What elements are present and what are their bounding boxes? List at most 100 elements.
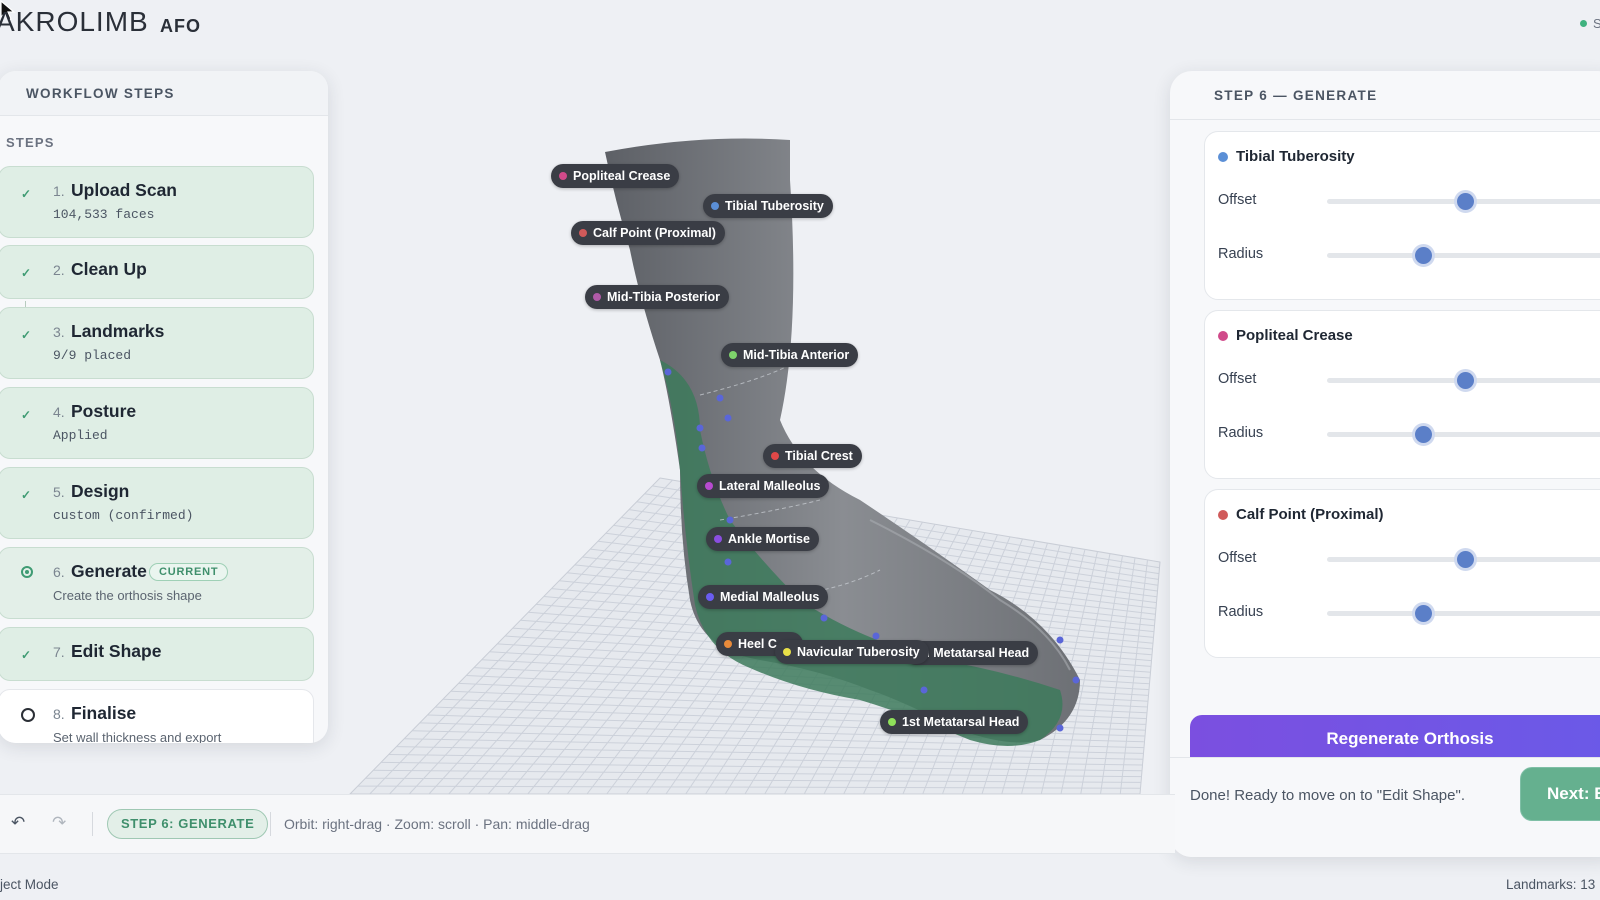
offset-label: Offset <box>1218 550 1257 566</box>
step-number: 8. <box>53 706 65 722</box>
step-number: 5. <box>53 484 65 500</box>
step-number: 3. <box>53 324 65 340</box>
steps-section-label: STEPS <box>6 135 55 150</box>
step-landmarks[interactable]: ✓ 3. Landmarks 9/9 placed <box>0 307 314 379</box>
landmark-label-text: Ankle Mortise <box>728 532 810 546</box>
radius-slider-thumb[interactable] <box>1415 426 1432 443</box>
radius-slider[interactable] <box>1327 247 1600 264</box>
landmark-label-text: th Metatarsal Head <box>918 646 1030 660</box>
landmark-label-popliteal-crease[interactable]: Popliteal Crease <box>551 164 680 188</box>
navigation-hint: Orbit: right-drag · Zoom: scroll · Pan: … <box>284 816 590 832</box>
step-edit-shape[interactable]: ✓ 7. Edit Shape <box>0 627 314 681</box>
radius-slider[interactable] <box>1327 605 1600 622</box>
landmark-label-text: Calf Point (Proximal) <box>593 226 716 240</box>
offset-slider[interactable] <box>1327 372 1600 389</box>
step-title: Generate <box>71 561 147 581</box>
viewport-toolbar: ↶ ↷ STEP 6: GENERATE Orbit: right-drag ·… <box>0 794 1175 854</box>
landmark-label-text: Tibial Tuberosity <box>725 199 824 213</box>
step-number: 6. <box>53 564 65 580</box>
landmark-card-tibial-tuberosity: Tibial Tuberosity Offset Radius <box>1204 131 1600 300</box>
regenerate-orthosis-button[interactable]: Regenerate Orthosis <box>1190 715 1600 763</box>
landmark-label-text: Popliteal Crease <box>573 169 671 183</box>
landmark-card-title: Popliteal Crease <box>1236 327 1353 344</box>
landmark-label-calf-point[interactable]: Calf Point (Proximal) <box>571 221 725 245</box>
landmark-color-dot <box>1218 152 1228 162</box>
landmark-label-tibial-crest[interactable]: Tibial Crest <box>763 444 862 468</box>
landmark-dot <box>559 172 567 180</box>
landmark-card-calf-point: Calf Point (Proximal) Offset Radius <box>1204 489 1600 658</box>
step-clean-up[interactable]: ✓ 2. Clean Up <box>0 245 314 299</box>
step-posture[interactable]: ✓ 4. Posture Applied <box>0 387 314 459</box>
offset-slider-thumb[interactable] <box>1457 193 1474 210</box>
check-icon: ✓ <box>21 266 32 280</box>
toolbar-divider <box>92 812 93 836</box>
step-title: Posture <box>71 401 137 421</box>
landmark-dot <box>714 535 722 543</box>
app-logo: AKROLIMB <box>0 6 149 37</box>
connection-status-text: S <box>1593 16 1600 31</box>
step-title: Edit Shape <box>71 641 162 661</box>
step-design[interactable]: ✓ 5. Design custom (confirmed) <box>0 467 314 539</box>
redo-icon[interactable]: ↷ <box>52 813 66 833</box>
landmark-label-ankle-mortise[interactable]: Ankle Mortise <box>706 527 819 551</box>
step-subtitle: 9/9 placed <box>53 348 132 363</box>
step-subtitle: Create the orthosis shape <box>53 588 202 603</box>
step-upload-scan[interactable]: ✓ 1. Upload Scan 104,533 faces <box>0 166 314 238</box>
landmark-label-navicular-tuberosity[interactable]: Navicular Tuberosity <box>775 640 929 664</box>
step-title: Finalise <box>71 703 137 723</box>
landmark-dot <box>711 202 719 210</box>
radius-slider-thumb[interactable] <box>1415 605 1432 622</box>
landmark-label-1st-metatarsal-head[interactable]: 1st Metatarsal Head <box>880 710 1029 734</box>
landmark-label-mid-tibia-anterior[interactable]: Mid-Tibia Anterior <box>721 343 859 367</box>
landmark-dot <box>579 229 587 237</box>
landmark-dot <box>593 293 601 301</box>
radius-slider-thumb[interactable] <box>1415 247 1432 264</box>
radius-label: Radius <box>1218 246 1264 262</box>
landmark-label-lateral-malleolus[interactable]: Lateral Malleolus <box>697 474 830 498</box>
landmark-label-tibial-tuberosity[interactable]: Tibial Tuberosity <box>703 194 833 218</box>
check-icon: ✓ <box>21 328 32 342</box>
offset-slider[interactable] <box>1327 551 1600 568</box>
workflow-steps-panel: WORKFLOW STEPS STEPS ✓ 1. Upload Scan 10… <box>0 71 328 743</box>
check-icon: ✓ <box>21 187 32 201</box>
step-number: 1. <box>53 183 65 199</box>
step-title: Landmarks <box>71 321 165 341</box>
current-badge: CURRENT <box>149 563 229 581</box>
current-step-badge: STEP 6: GENERATE <box>107 809 269 839</box>
landmark-count-status: Landmarks: 13 <box>1506 877 1596 892</box>
step-subtitle: Set wall thickness and export <box>53 730 222 743</box>
step-finalise[interactable]: 8. Finalise Set wall thickness and expor… <box>0 689 314 743</box>
landmark-dot <box>783 648 791 656</box>
landmark-color-dot <box>1218 510 1228 520</box>
radius-label: Radius <box>1218 425 1264 441</box>
step-number: 7. <box>53 644 65 660</box>
step-title: Clean Up <box>71 259 147 279</box>
step-number: 4. <box>53 404 65 420</box>
step-generate[interactable]: 6. Generate CURRENT Create the orthosis … <box>0 547 314 619</box>
landmark-dot <box>724 640 732 648</box>
next-step-button[interactable]: Next: E <box>1520 767 1600 821</box>
mode-status: ject Mode <box>0 877 59 892</box>
landmark-label-mid-tibia-posterior[interactable]: Mid-Tibia Posterior <box>585 285 729 309</box>
landmark-dot <box>706 593 714 601</box>
landmark-color-dot <box>1218 331 1228 341</box>
landmark-dot <box>705 482 713 490</box>
offset-slider[interactable] <box>1327 193 1600 210</box>
workflow-steps-title: WORKFLOW STEPS <box>26 86 175 101</box>
landmark-label-text: Heel C <box>738 637 777 651</box>
landmark-label-text: Mid-Tibia Posterior <box>607 290 720 304</box>
offset-slider-thumb[interactable] <box>1457 372 1474 389</box>
landmark-dot <box>771 452 779 460</box>
landmark-label-text: Navicular Tuberosity <box>797 645 920 659</box>
offset-slider-thumb[interactable] <box>1457 551 1474 568</box>
landmark-label-text: 1st Metatarsal Head <box>902 715 1020 729</box>
app-logo-suffix: AFO <box>160 16 201 36</box>
landmark-label-medial-malleolus[interactable]: Medial Malleolus <box>698 585 829 609</box>
radius-slider[interactable] <box>1327 426 1600 443</box>
check-icon: ✓ <box>21 488 32 502</box>
landmark-card-title: Calf Point (Proximal) <box>1236 506 1384 523</box>
undo-icon[interactable]: ↶ <box>11 813 25 833</box>
landmark-card-popliteal-crease: Popliteal Crease Offset Radius <box>1204 310 1600 479</box>
check-icon: ✓ <box>21 408 32 422</box>
check-icon: ✓ <box>21 648 32 662</box>
